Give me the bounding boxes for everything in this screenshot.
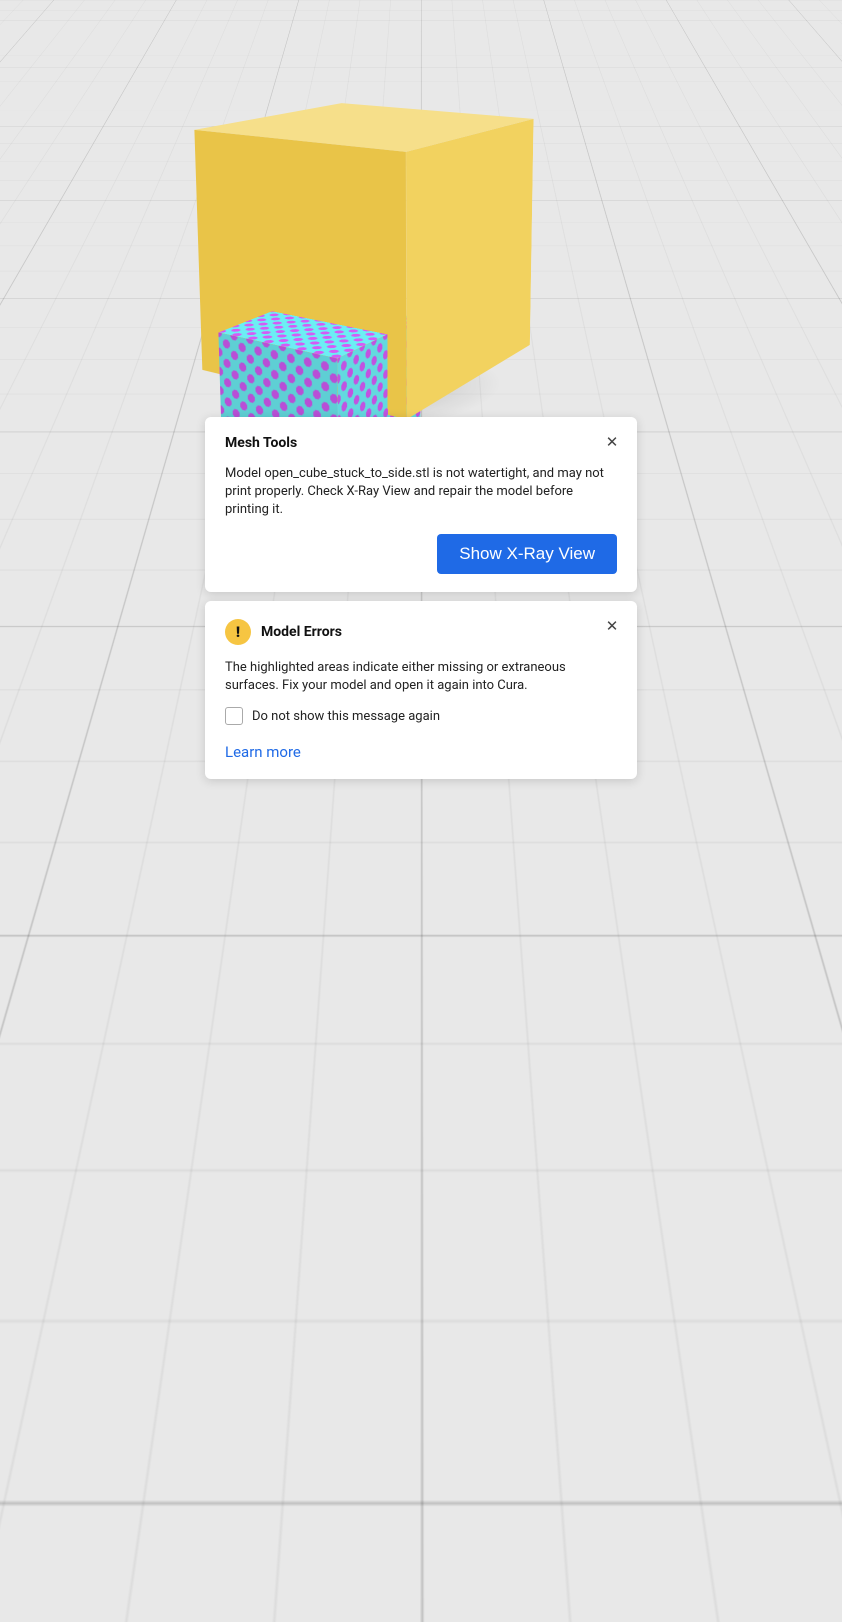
close-icon: ✕ (606, 617, 619, 635)
close-icon: ✕ (606, 433, 619, 451)
show-xray-view-button[interactable]: Show X-Ray View (437, 534, 617, 574)
dialog-message: Model open_cube_stuck_to_side.stl is not… (225, 465, 617, 520)
model-errors-dialog: ! Model Errors ✕ The highlighted areas i… (205, 601, 637, 779)
mesh-tools-dialog: Mesh Tools ✕ Model open_cube_stuck_to_si… (205, 417, 637, 592)
close-button[interactable]: ✕ (603, 617, 621, 635)
dont-show-again-checkbox[interactable] (225, 707, 243, 725)
close-button[interactable]: ✕ (603, 433, 621, 451)
dont-show-again-row: Do not show this message again (225, 707, 617, 725)
dialog-title: Mesh Tools (225, 435, 617, 451)
learn-more-link[interactable]: Learn more (225, 743, 617, 761)
warning-icon: ! (225, 619, 251, 645)
checkbox-label: Do not show this message again (252, 709, 440, 724)
dialog-title: Model Errors (261, 624, 617, 640)
dialog-message: The highlighted areas indicate either mi… (225, 659, 617, 695)
